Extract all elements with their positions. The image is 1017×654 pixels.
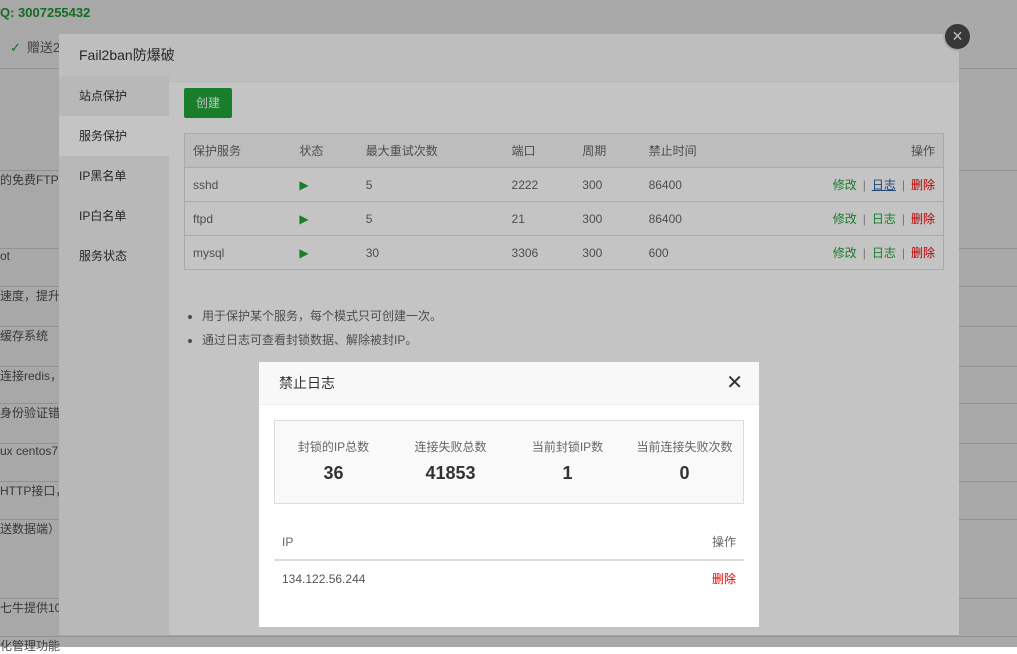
col-header: IP [274, 524, 610, 561]
stats-panel: 封锁的IP总数 36 连接失败总数 41853 当前封锁IP数 1 当前连接失败次数 0 [274, 420, 744, 504]
stat-current-failed: 当前连接失败次数 0 [636, 440, 733, 483]
stat-total-failed: 连接失败总数 41853 [414, 440, 487, 483]
dialog-title: 禁止日志 [279, 375, 335, 391]
banned-ip-table: IP 操作 134.122.56.244 删除 [274, 524, 744, 596]
stat-current-banned: 当前封锁IP数 1 [531, 440, 604, 483]
close-icon[interactable]: ✕ [726, 362, 743, 405]
stat-total-banned: 封锁的IP总数 36 [297, 440, 370, 483]
col-header: 操作 [609, 524, 744, 561]
ban-log-dialog: 禁止日志 ✕ 封锁的IP总数 36 连接失败总数 41853 当前封锁IP数 1 当前连… [259, 362, 759, 627]
table-row: 134.122.56.244 删除 [274, 560, 744, 596]
unban-link[interactable]: 删除 [712, 572, 736, 586]
ip-address: 134.122.56.244 [282, 571, 366, 586]
